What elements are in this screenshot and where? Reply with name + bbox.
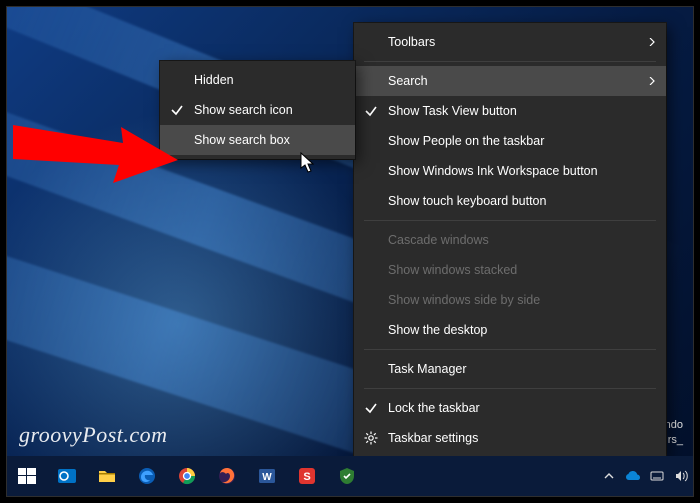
desktop[interactable]: groovyPost.com Windo 17686.rs_ Toolbars …: [6, 6, 694, 497]
submenu-item-show-search-icon[interactable]: Show search icon: [160, 95, 355, 125]
menu-item-lock-taskbar[interactable]: Lock the taskbar: [354, 393, 666, 423]
submenu-item-hidden[interactable]: Hidden: [160, 65, 355, 95]
check-icon: [364, 401, 378, 415]
edge-icon: [137, 466, 157, 486]
menu-item-show-ink[interactable]: Show Windows Ink Workspace button: [354, 156, 666, 186]
menu-separator: [364, 220, 656, 221]
menu-label: Cascade windows: [388, 233, 489, 247]
menu-item-cascade: Cascade windows: [354, 225, 666, 255]
menu-label: Show windows side by side: [388, 293, 540, 307]
menu-separator: [364, 349, 656, 350]
menu-item-show-touch-keyboard[interactable]: Show touch keyboard button: [354, 186, 666, 216]
menu-item-stacked: Show windows stacked: [354, 255, 666, 285]
taskbar-app-shield[interactable]: [327, 456, 367, 496]
system-tray[interactable]: [597, 456, 693, 496]
menu-label: Show People on the taskbar: [388, 134, 544, 148]
menu-label: Show search icon: [194, 103, 293, 117]
svg-text:W: W: [262, 472, 272, 483]
chevron-right-icon: [648, 38, 656, 46]
menu-item-show-task-view[interactable]: Show Task View button: [354, 96, 666, 126]
windows-logo-icon: [17, 466, 37, 486]
tray-overflow-button[interactable]: [597, 456, 621, 496]
mouse-cursor-icon: [300, 152, 316, 174]
start-button[interactable]: [7, 456, 47, 496]
submenu-item-show-search-box[interactable]: Show search box: [160, 125, 355, 155]
menu-label: Show Windows Ink Workspace button: [388, 164, 598, 178]
keyboard-icon: [650, 469, 664, 483]
menu-item-show-desktop[interactable]: Show the desktop: [354, 315, 666, 345]
menu-item-taskbar-settings[interactable]: Taskbar settings: [354, 423, 666, 453]
menu-label: Show search box: [194, 133, 290, 147]
watermark-text: groovyPost.com: [19, 422, 168, 448]
snagit-icon: S: [297, 466, 317, 486]
tray-volume-icon[interactable]: [669, 456, 693, 496]
menu-separator: [364, 61, 656, 62]
speaker-icon: [674, 469, 688, 483]
taskbar-context-menu: Toolbars Search Show Task View button Sh…: [354, 23, 666, 457]
taskbar-app-edge[interactable]: [127, 456, 167, 496]
taskbar-app-firefox[interactable]: [207, 456, 247, 496]
taskbar-app-outlook[interactable]: [47, 456, 87, 496]
menu-label: Toolbars: [388, 35, 435, 49]
tray-input-icon[interactable]: [645, 456, 669, 496]
menu-label: Lock the taskbar: [388, 401, 480, 415]
menu-label: Show Task View button: [388, 104, 517, 118]
menu-label: Show windows stacked: [388, 263, 517, 277]
check-icon: [170, 103, 184, 117]
menu-item-side-by-side: Show windows side by side: [354, 285, 666, 315]
firefox-icon: [217, 466, 237, 486]
menu-item-task-manager[interactable]: Task Manager: [354, 354, 666, 384]
file-explorer-icon: [97, 466, 117, 486]
search-submenu: Hidden Show search icon Show search box: [160, 61, 355, 159]
tray-onedrive-icon[interactable]: [621, 456, 645, 496]
menu-label: Hidden: [194, 73, 234, 87]
outlook-icon: [57, 466, 77, 486]
menu-item-show-people[interactable]: Show People on the taskbar: [354, 126, 666, 156]
menu-separator: [364, 388, 656, 389]
svg-text:S: S: [303, 471, 310, 483]
menu-label: Search: [388, 74, 428, 88]
menu-label: Show the desktop: [388, 323, 487, 337]
menu-item-toolbars[interactable]: Toolbars: [354, 27, 666, 57]
gear-icon: [364, 431, 378, 445]
menu-item-search[interactable]: Search: [354, 66, 666, 96]
taskbar[interactable]: W S: [7, 456, 693, 496]
chevron-up-icon: [604, 471, 614, 481]
taskbar-app-snagit[interactable]: S: [287, 456, 327, 496]
menu-label: Task Manager: [388, 362, 467, 376]
taskbar-app-explorer[interactable]: [87, 456, 127, 496]
menu-label: Taskbar settings: [388, 431, 478, 445]
chrome-icon: [177, 466, 197, 486]
taskbar-app-word[interactable]: W: [247, 456, 287, 496]
word-icon: W: [257, 466, 277, 486]
shield-icon: [337, 466, 357, 486]
taskbar-app-chrome[interactable]: [167, 456, 207, 496]
chevron-right-icon: [648, 77, 656, 85]
menu-label: Show touch keyboard button: [388, 194, 546, 208]
cloud-icon: [625, 470, 641, 482]
check-icon: [364, 104, 378, 118]
